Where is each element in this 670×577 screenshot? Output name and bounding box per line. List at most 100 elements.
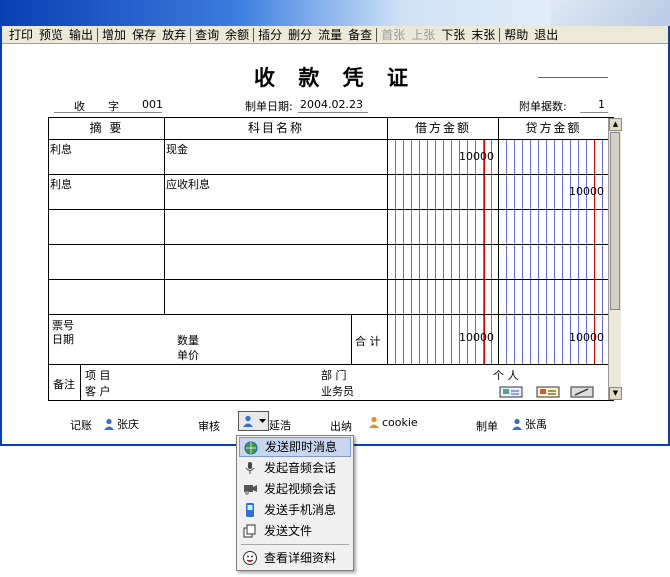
user-icon <box>243 415 253 427</box>
toolbar-item-0[interactable]: 打印 <box>6 26 36 43</box>
account-cell[interactable] <box>165 210 388 245</box>
toolbar-item-8[interactable]: 查询 <box>192 26 222 43</box>
credit-cell[interactable] <box>499 245 609 280</box>
total-label: 合 计 <box>355 335 381 348</box>
id-card-icon[interactable] <box>536 386 560 398</box>
menu-separator <box>241 544 349 545</box>
toolbar-item-2[interactable]: 输出 <box>66 26 96 43</box>
debit-cell[interactable] <box>388 210 499 245</box>
context-menu-label: 查看详细资料 <box>264 551 337 565</box>
total-credit-cell: 10000 <box>499 315 609 365</box>
voucher-number[interactable]: 001 <box>142 98 163 111</box>
toolbar-item-12[interactable]: 删分 <box>285 26 315 43</box>
debit-red-line <box>484 245 485 279</box>
credit-cell[interactable] <box>499 280 609 315</box>
window-title-bar[interactable] <box>0 0 670 26</box>
department-label: 部 门 <box>321 369 347 382</box>
debit-cell[interactable] <box>388 280 499 315</box>
unit-price-label: 单价 <box>177 349 199 362</box>
person-label: 个 人 <box>493 369 519 382</box>
quantity-label: 数量 <box>177 334 199 347</box>
account-cell[interactable]: 现金 <box>165 140 388 175</box>
cashier-field[interactable]: cookie <box>368 416 418 429</box>
debit-cell[interactable] <box>388 245 499 280</box>
card-icon[interactable] <box>499 386 523 398</box>
summary-cell[interactable]: 利息 <box>49 175 165 210</box>
summary-cell[interactable] <box>49 210 165 245</box>
auditor-name: 延浩 <box>269 419 291 432</box>
cashier-label: 出纳 <box>330 420 352 433</box>
header-account: 科目名称 <box>165 118 388 140</box>
context-menu-label: 发送文件 <box>264 524 313 538</box>
user-icon <box>512 418 522 430</box>
scroll-down-button[interactable]: ▼ <box>609 387 622 400</box>
scroll-up-button[interactable]: ▲ <box>609 118 622 131</box>
credit-red-line <box>594 210 595 244</box>
debit-amount: 10000 <box>459 150 494 163</box>
toolbar-item-11[interactable]: 插分 <box>255 26 285 43</box>
maker-field[interactable]: 张禹 <box>511 416 547 432</box>
voucher-window: 打印 预览 输出 增加 保存 放弃 查询 余额 插分 删分 流量 备查 首张 上张 下张 末张 帮助 退出 收 款… <box>0 26 670 446</box>
bookkeeper-name: 张庆 <box>117 418 139 431</box>
toolbar-item-5[interactable]: 保存 <box>129 26 159 43</box>
credit-cell[interactable] <box>499 140 609 175</box>
summary-cell[interactable] <box>49 280 165 315</box>
account-cell[interactable]: 应收利息 <box>165 175 388 210</box>
bookkeeper-field[interactable]: 张庆 <box>103 416 139 432</box>
debit-cell[interactable]: 10000 <box>388 140 499 175</box>
calculator-icon[interactable] <box>570 386 594 398</box>
toolbar-item-9[interactable]: 余额 <box>222 26 252 43</box>
debit-red-line <box>484 210 485 244</box>
toolbar-item-6[interactable]: 放弃 <box>159 26 189 43</box>
debit-red-line <box>484 280 485 314</box>
toolbar-item-16: 首张 <box>381 28 406 42</box>
toolbar-menu: 打印 预览 输出 增加 保存 放弃 查询 余额 插分 删分 流量 备查 首张 上张 下张 末张 帮助 退出 <box>2 26 668 44</box>
total-debit: 10000 <box>459 331 494 344</box>
mobile-phone-icon <box>246 503 254 517</box>
user-icon <box>104 418 114 430</box>
toolbar-item-4[interactable]: 增加 <box>99 26 129 43</box>
voucher-date[interactable]: 2004.02.23 <box>300 98 363 111</box>
credit-cell[interactable] <box>499 210 609 245</box>
context-menu-item-3[interactable]: 发送手机消息 <box>239 500 351 520</box>
toolbar-item-18[interactable]: 下张 <box>438 26 468 43</box>
context-menu-item-2[interactable]: 发起视频会话 <box>239 479 351 499</box>
menu-separator <box>253 27 255 42</box>
toolbar-item-13[interactable]: 流量 <box>315 26 345 43</box>
scroll-thumb[interactable] <box>610 132 620 310</box>
credit-red-line <box>594 280 595 314</box>
summary-cell[interactable]: 利息 <box>49 140 165 175</box>
credit-red-line <box>594 140 595 174</box>
toolbar-item-22[interactable]: 退出 <box>531 26 561 43</box>
maker-name: 张禹 <box>525 418 547 431</box>
date-label: 制单日期: <box>245 100 293 113</box>
title-bar-decoration <box>550 0 670 26</box>
menu-separator <box>376 27 378 42</box>
customer-label: 客 户 <box>85 385 111 398</box>
context-menu-label: 发送即时消息 <box>265 440 338 454</box>
attach-underline <box>580 112 608 113</box>
toolbar-item-14[interactable]: 备查 <box>345 26 375 43</box>
context-menu-item-1[interactable]: 发起音频会话 <box>239 458 351 478</box>
context-menu-item-5[interactable]: 查看详细资料 <box>239 548 351 568</box>
account-text: 应收利息 <box>166 178 210 191</box>
context-menu-item-4[interactable]: 发送文件 <box>239 521 351 541</box>
total-label-cell: 合 计 <box>352 315 388 365</box>
context-menu-item-0[interactable]: 发送即时消息 <box>239 437 351 457</box>
debit-cell[interactable] <box>388 175 499 210</box>
auditor-contact-button[interactable] <box>238 411 269 431</box>
attach-count[interactable]: 1 <box>598 98 605 111</box>
context-menu-label: 发送手机消息 <box>264 503 337 517</box>
credit-cell[interactable]: 10000 <box>499 175 609 210</box>
remark-label-cell: 备注 <box>49 365 81 401</box>
menu-separator <box>499 27 501 42</box>
toolbar-item-21[interactable]: 帮助 <box>501 26 531 43</box>
voucher-scrollbar[interactable]: ▲ ▼ <box>608 118 622 400</box>
smiley-face-icon <box>243 551 257 565</box>
toolbar-item-19[interactable]: 末张 <box>468 26 498 43</box>
summary-cell[interactable] <box>49 245 165 280</box>
contact-context-menu: 发送即时消息发起音频会话 发起视频会话发送手机消息 发送文件查看详细资料 <box>236 435 354 571</box>
account-cell[interactable] <box>165 280 388 315</box>
account-cell[interactable] <box>165 245 388 280</box>
toolbar-item-1[interactable]: 预览 <box>36 26 66 43</box>
